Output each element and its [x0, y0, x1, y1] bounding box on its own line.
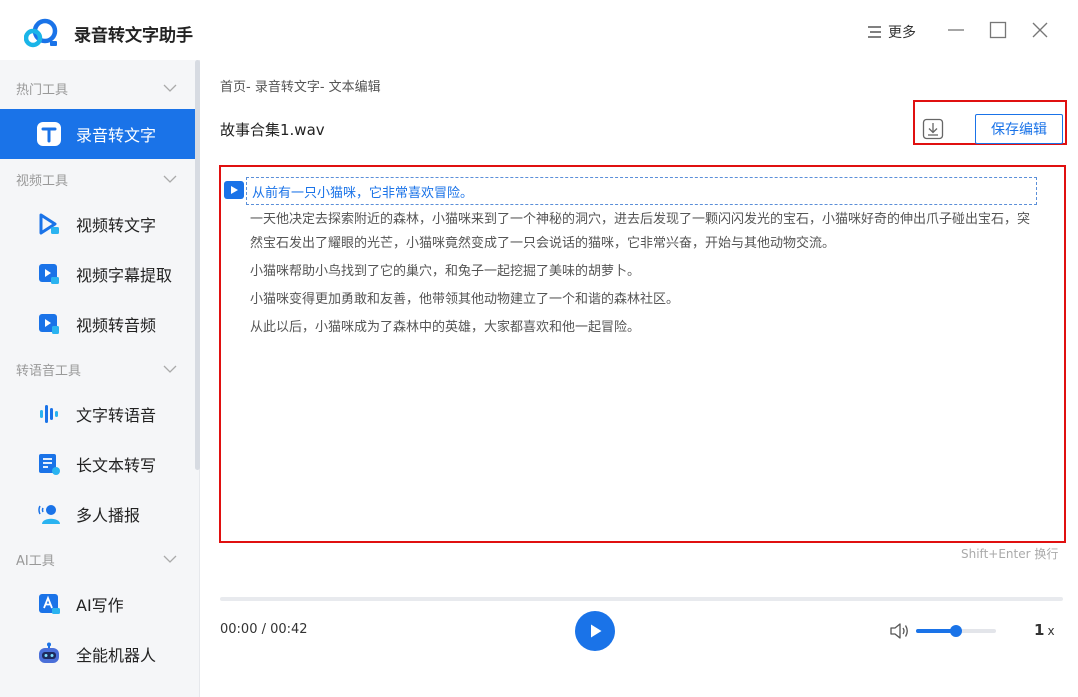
subtitle-extract-icon — [36, 261, 62, 287]
sidebar-item-long-text[interactable]: 长文本转写 — [0, 439, 195, 489]
sidebar-item-subtitle-extract[interactable]: 视频字幕提取 — [0, 249, 195, 299]
section-voice-tools[interactable]: 转语音工具 — [0, 349, 195, 389]
section-label: 热门工具 — [16, 82, 69, 98]
section-ai-tools[interactable]: AI工具 — [0, 539, 195, 579]
play-segment-button[interactable] — [224, 181, 244, 199]
sidebar-item-ai-writing[interactable]: AI写作 — [0, 579, 195, 629]
playback-speed[interactable]: 1x — [1034, 621, 1055, 639]
sidebar-scrollbar[interactable] — [195, 60, 200, 470]
menu-lines-icon — [868, 26, 881, 38]
voice-wave-icon — [36, 401, 62, 427]
chevron-down-icon — [163, 84, 177, 92]
playback-time: 00:00 / 00:42 — [220, 622, 308, 637]
sidebar-item-label: 多人播报 — [76, 506, 141, 525]
video-audio-icon — [36, 311, 62, 337]
sidebar-item-video-to-audio[interactable]: 视频转音频 — [0, 299, 195, 349]
sidebar: 热门工具 录音转文字 视频工具 视频转文字 视频字幕提取 视频转音频 转语音工具 — [0, 60, 200, 697]
sidebar-item-label: 视频转音频 — [76, 316, 157, 335]
close-icon[interactable] — [1030, 20, 1050, 40]
save-edit-button[interactable]: 保存编辑 — [975, 114, 1063, 144]
text-t-icon — [36, 121, 62, 147]
sidebar-item-text-to-speech[interactable]: 文字转语音 — [0, 389, 195, 439]
sidebar-item-label: AI写作 — [76, 596, 124, 615]
ai-write-icon — [36, 591, 62, 617]
newline-hint: Shift+Enter 换行 — [961, 547, 1059, 561]
sidebar-item-label: 视频转文字 — [76, 216, 157, 235]
sidebar-item-multi-speaker[interactable]: 多人播报 — [0, 489, 195, 539]
speed-suffix: x — [1047, 624, 1055, 638]
maximize-icon[interactable] — [988, 20, 1008, 40]
robot-icon — [36, 641, 62, 667]
chevron-down-icon — [163, 555, 177, 563]
video-text-icon — [36, 211, 62, 237]
sidebar-item-video-to-text[interactable]: 视频转文字 — [0, 199, 195, 249]
breadcrumb: 首页- 录音转文字- 文本编辑 — [220, 80, 381, 95]
paragraph[interactable]: 一天他决定去探索附近的森林，小猫咪来到了一个神秘的洞穴，进去后发现了一颗闪闪发光… — [250, 208, 1040, 256]
sidebar-item-label: 全能机器人 — [76, 646, 157, 665]
minimize-icon[interactable] — [946, 20, 966, 40]
playback-progress-bar[interactable] — [220, 597, 1063, 601]
sidebar-item-audio-to-text[interactable]: 录音转文字 — [0, 109, 195, 159]
paragraph[interactable]: 小猫咪变得更加勇敢和友善，他带领其他动物建立了一个和谐的森林社区。 — [250, 288, 1040, 312]
section-label: 视频工具 — [16, 173, 69, 189]
chevron-down-icon — [163, 365, 177, 373]
speed-value: 1 — [1034, 621, 1045, 639]
section-video-tools[interactable]: 视频工具 — [0, 159, 195, 199]
paragraph-active[interactable]: 从前有一只小猫咪，它非常喜欢冒险。 — [246, 177, 1037, 205]
app-title: 录音转文字助手 — [74, 26, 193, 46]
sidebar-item-robot[interactable]: 全能机器人 — [0, 629, 195, 679]
paragraph[interactable]: 小猫咪帮助小鸟找到了它的巢穴，和兔子一起挖掘了美味的胡萝卜。 — [250, 260, 1040, 284]
play-icon — [591, 624, 602, 638]
section-label: AI工具 — [16, 553, 55, 569]
more-label: 更多 — [888, 25, 916, 41]
sidebar-item-label: 长文本转写 — [76, 456, 157, 475]
section-label: 转语音工具 — [16, 363, 82, 379]
sidebar-item-label: 录音转文字 — [76, 126, 157, 145]
play-icon — [231, 186, 238, 194]
file-name: 故事合集1.wav — [220, 121, 325, 139]
volume-icon[interactable] — [888, 621, 910, 641]
section-hot-tools[interactable]: 热门工具 — [0, 68, 195, 108]
volume-knob[interactable] — [950, 625, 962, 637]
multi-speaker-icon — [36, 501, 62, 527]
sidebar-item-label: 文字转语音 — [76, 406, 157, 425]
more-menu-button[interactable]: 更多 — [866, 22, 916, 42]
long-text-icon — [36, 451, 62, 477]
volume-slider[interactable] — [916, 625, 996, 637]
title-bar: 录音转文字助手 更多 — [0, 0, 1078, 60]
download-icon[interactable] — [922, 118, 944, 140]
play-button[interactable] — [575, 611, 615, 651]
sidebar-item-label: 视频字幕提取 — [76, 266, 173, 285]
paragraph[interactable]: 从此以后，小猫咪成为了森林中的英雄，大家都喜欢和他一起冒险。 — [250, 316, 1040, 340]
app-logo-icon — [24, 18, 58, 48]
chevron-down-icon — [163, 175, 177, 183]
